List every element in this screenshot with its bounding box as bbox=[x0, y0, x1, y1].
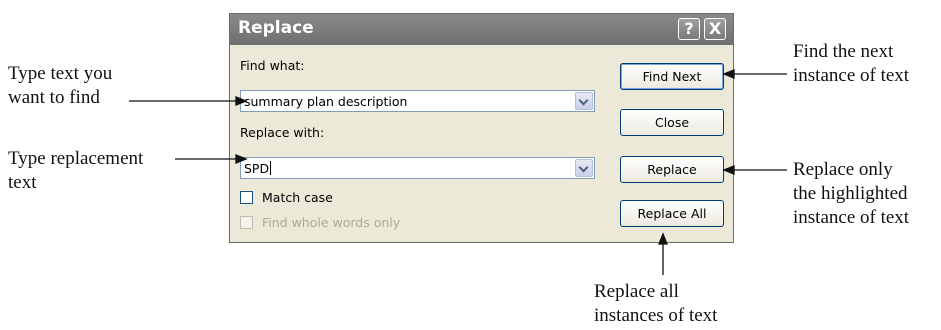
arrow-head bbox=[722, 69, 735, 79]
arrow-head bbox=[658, 232, 668, 245]
arrow-head bbox=[235, 96, 248, 106]
arrow-head bbox=[722, 165, 735, 175]
arrow-head bbox=[235, 154, 248, 164]
callout-arrows bbox=[129, 69, 787, 275]
